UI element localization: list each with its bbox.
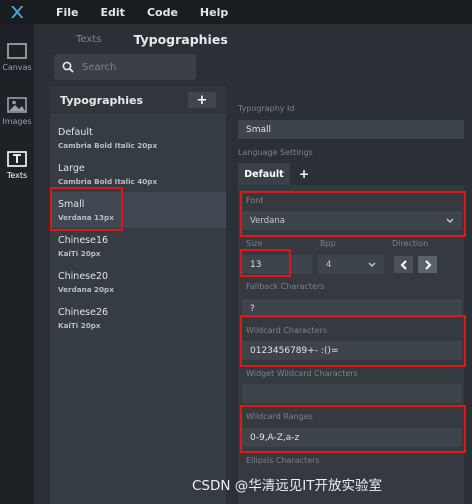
list-item-sub: Cambria Bold Italic 20px — [58, 141, 158, 150]
menu-code[interactable]: Code — [147, 6, 178, 19]
list-item-name: Large — [58, 163, 85, 174]
typography-id-label: Typography Id — [238, 104, 295, 113]
app-logo — [0, 0, 34, 24]
list-item-sub: Verdana 20px — [58, 285, 114, 294]
widget-wildcard-label: Widget Wildcard Characters — [246, 369, 358, 378]
texts-icon — [7, 150, 27, 167]
direction-next-button[interactable] — [418, 256, 437, 273]
add-typography-button[interactable]: + — [188, 92, 216, 108]
left-rail: Canvas Images Texts — [0, 24, 34, 504]
chevron-left-icon — [400, 259, 407, 270]
list-item[interactable]: Chinese16 KaiTi 20px — [50, 228, 226, 264]
menu-bar: File Edit Code Help — [0, 0, 472, 24]
direction-label: Direction — [392, 239, 429, 248]
list-item[interactable]: Chinese20 Verdana 20px — [50, 264, 226, 300]
highlight-font — [240, 191, 466, 237]
list-item-name: Chinese16 — [58, 235, 109, 246]
bpp-select[interactable]: 4 — [318, 255, 384, 274]
list-item-name: Chinese20 — [58, 271, 109, 282]
typography-id-field[interactable]: Small — [238, 120, 464, 139]
rail-texts[interactable]: Texts — [0, 138, 34, 192]
bpp-value: 4 — [326, 259, 332, 270]
add-language-button[interactable]: + — [290, 163, 318, 185]
menu-edit[interactable]: Edit — [101, 6, 125, 19]
fallback-label: Fallback Characters — [246, 282, 325, 291]
list-item[interactable]: Chinese26 KaiTi 20px — [50, 300, 226, 336]
rail-texts-label: Texts — [6, 170, 28, 180]
highlight-size — [240, 249, 291, 277]
tab-texts[interactable]: Texts — [76, 34, 101, 45]
direction-prev-button[interactable] — [394, 256, 413, 273]
chevron-right-icon — [424, 259, 431, 270]
typography-list-panel: Typographies + Default Cambria Bold Ital… — [50, 86, 226, 504]
list-item[interactable]: Default Cambria Bold Italic 20px — [50, 120, 226, 156]
ellipsis-label: Ellipsis Characters — [246, 456, 320, 465]
sub-header: Texts Typographies — [34, 24, 472, 54]
list-item-sub: KaiTi 20px — [58, 321, 101, 330]
menu-file[interactable]: File — [56, 6, 79, 19]
highlight-wildcard-ranges — [240, 405, 466, 453]
search-icon — [62, 61, 74, 73]
language-settings-label: Language Settings — [238, 148, 313, 157]
list-item-name: Chinese26 — [58, 307, 109, 318]
tab-default[interactable]: Default — [238, 163, 290, 185]
rail-canvas[interactable]: Canvas — [0, 30, 34, 84]
menu-help[interactable]: Help — [200, 6, 228, 19]
size-label: Size — [246, 239, 263, 248]
images-icon — [7, 96, 27, 113]
search-box[interactable] — [54, 54, 196, 80]
rail-canvas-label: Canvas — [2, 62, 32, 72]
rail-images[interactable]: Images — [0, 84, 34, 138]
chevron-down-icon — [368, 262, 376, 267]
rail-images-label: Images — [2, 116, 32, 126]
canvas-icon — [7, 42, 27, 59]
search-input[interactable] — [82, 61, 182, 73]
watermark: CSDN @华清远见IT开放实验室 — [192, 478, 383, 494]
highlight-wildcard-characters — [240, 315, 466, 367]
list-item-sub: KaiTi 20px — [58, 249, 101, 258]
list-item-sub: Cambria Bold Italic 40px — [58, 177, 158, 186]
language-tabs: Default + — [238, 163, 318, 185]
list-item-name: Default — [58, 127, 93, 138]
list-title: Typographies — [60, 93, 144, 107]
widget-wildcard-field[interactable] — [242, 384, 462, 403]
list-header: Typographies + — [50, 86, 226, 114]
bpp-label: Bpp — [320, 239, 336, 248]
page-title: Typographies — [133, 31, 228, 47]
highlight-small-item — [50, 187, 123, 231]
